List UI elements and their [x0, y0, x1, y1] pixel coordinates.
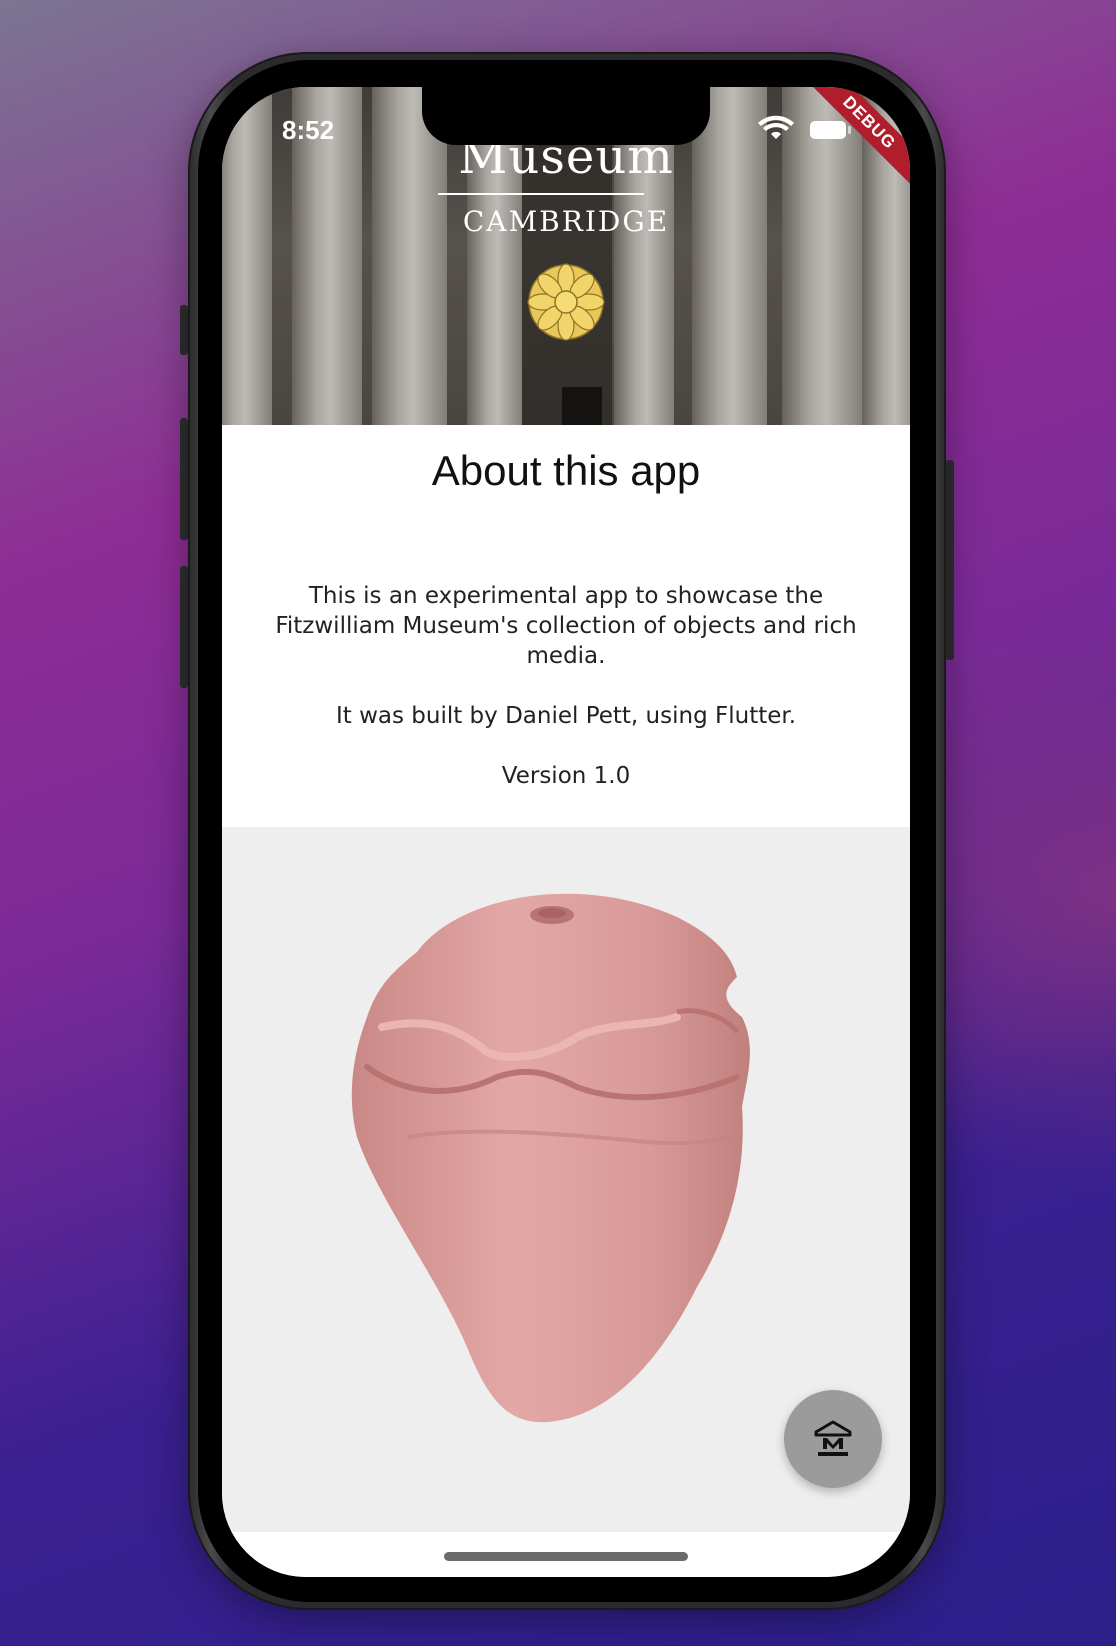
power-button: [946, 460, 954, 660]
wifi-icon: [758, 115, 794, 139]
header-banner: Museum CAMBRIDGE 8:52 DEBUG: [222, 87, 910, 425]
camera-notch: [422, 87, 710, 145]
about-title: About this app: [431, 447, 701, 494]
logo-divider: [438, 193, 644, 195]
app-screen: Museum CAMBRIDGE 8:52 DEBUG About this a…: [222, 87, 910, 1577]
3d-model-object[interactable]: [347, 877, 787, 1457]
museum-logo-subtitle: CAMBRIDGE: [462, 205, 670, 238]
about-version: Version 1.0: [501, 763, 631, 789]
status-icons: [758, 115, 851, 139]
battery-icon: [810, 121, 851, 139]
volume-down-button: [180, 566, 188, 688]
status-time: 8:52: [282, 115, 335, 145]
flower-emblem-icon: [527, 263, 605, 341]
3d-model-viewer[interactable]: [222, 827, 910, 1532]
museum-home-button[interactable]: [784, 1390, 882, 1488]
museum-icon: [814, 1420, 852, 1456]
mute-switch: [180, 305, 188, 355]
about-description: This is an experimental app to showcase …: [275, 583, 857, 669]
about-credit: It was built by Daniel Pett, using Flutt…: [335, 703, 797, 729]
about-section: About this app This is an experimental a…: [222, 425, 910, 827]
volume-up-button: [180, 418, 188, 540]
home-indicator[interactable]: [444, 1552, 688, 1561]
